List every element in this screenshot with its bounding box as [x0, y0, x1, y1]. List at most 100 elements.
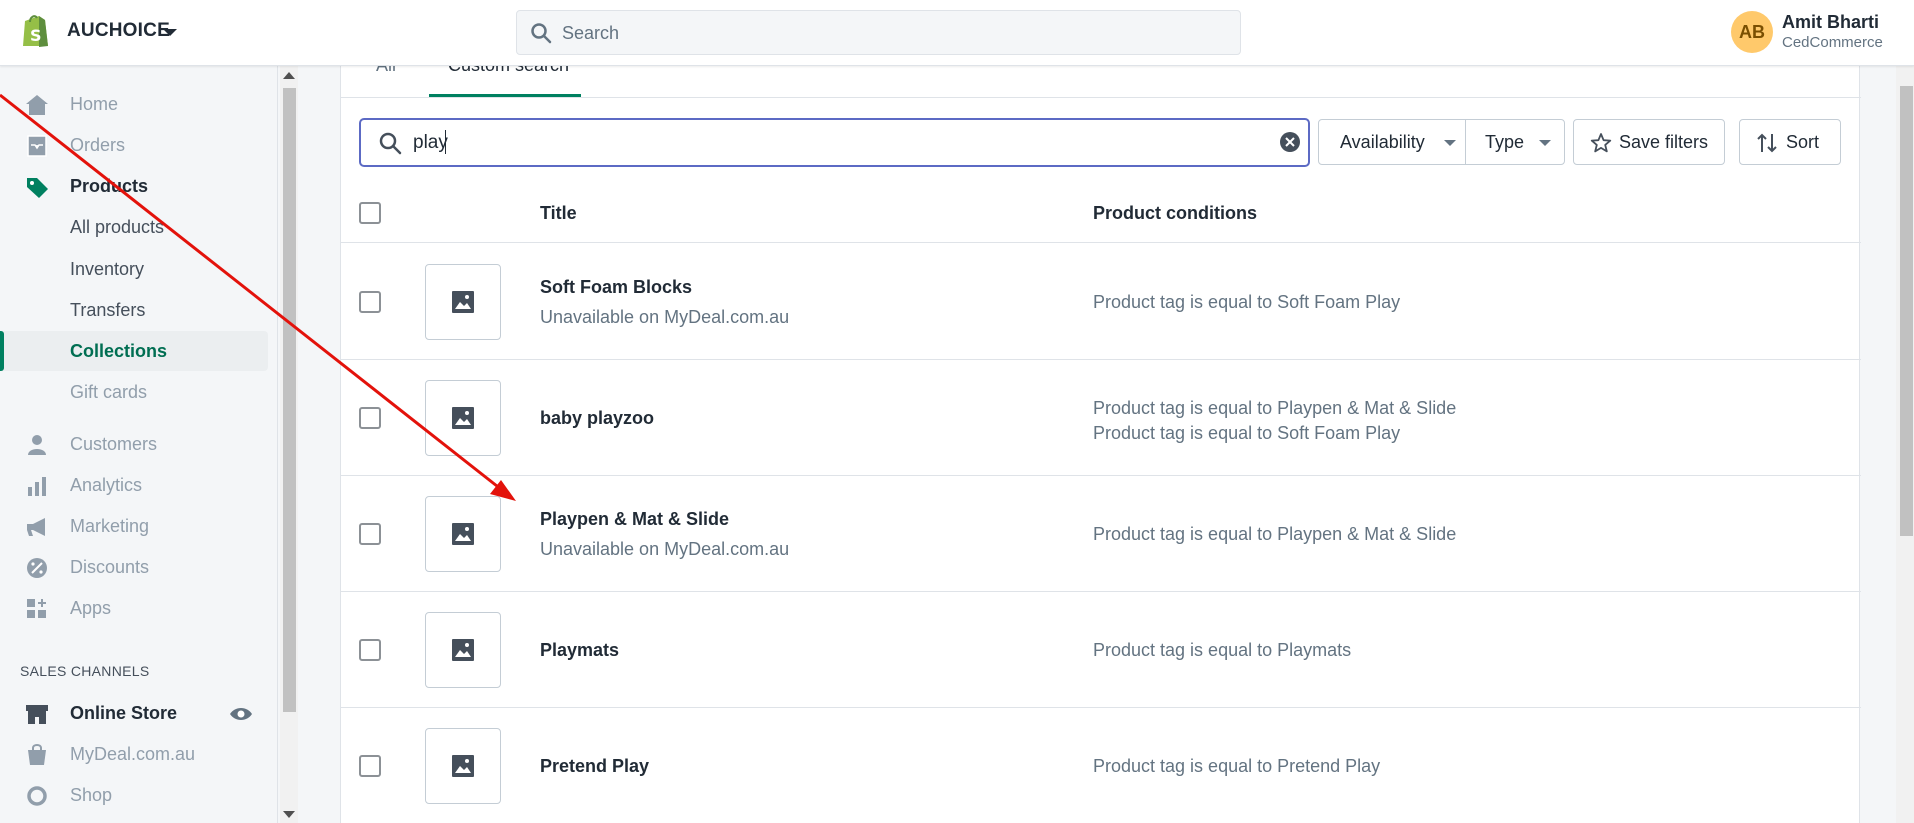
user-store: CedCommerce [1782, 34, 1883, 51]
sidebar-item-mydeal[interactable]: MyDeal.com.au [0, 734, 268, 774]
product-condition: Product tag is equal to Soft Foam Play [1093, 423, 1401, 443]
sidebar-item-label: Transfers [70, 300, 146, 320]
table-row[interactable]: Playmats Product tag is equal to Playmat… [341, 592, 1861, 708]
button-label: Availability [1340, 132, 1425, 152]
column-title[interactable]: Title [540, 203, 577, 224]
product-title[interactable]: Pretend Play [540, 756, 649, 777]
sidebar-item-orders[interactable]: Orders [0, 125, 268, 165]
product-thumbnail[interactable] [425, 264, 501, 340]
sidebar-item-label: Analytics [70, 475, 143, 495]
scroll-up-icon[interactable] [283, 72, 295, 79]
table-row[interactable]: Playpen & Mat & Slide Unavailable on MyD… [341, 476, 1861, 592]
sidebar-item-apps[interactable]: Apps [0, 588, 268, 628]
text-cursor [445, 130, 446, 154]
page-scrollbar-thumb[interactable] [1900, 86, 1913, 536]
image-placeholder-icon [452, 291, 474, 313]
caret-down-icon [1539, 140, 1551, 146]
product-availability: Unavailable on MyDeal.com.au [540, 539, 790, 559]
sidebar-item-gift-cards[interactable]: Gift cards [0, 372, 268, 412]
product-thumbnail[interactable] [425, 496, 501, 572]
sidebar-item-all-products[interactable]: All products [0, 207, 268, 247]
global-search-input[interactable]: Search [516, 10, 1241, 55]
table-row[interactable]: Pretend Play Product tag is equal to Pre… [341, 708, 1861, 823]
sidebar-item-online-store[interactable]: Online Store [0, 693, 268, 733]
sidebar-item-inventory[interactable]: Inventory [0, 249, 268, 289]
scroll-down-icon[interactable] [283, 811, 295, 818]
bag-icon [28, 744, 46, 765]
collection-products-card: All Custom search play Availability Type… [340, 50, 1861, 823]
customer-icon [28, 435, 46, 455]
filter-search-value: play [413, 132, 448, 153]
product-condition: Product tag is equal to Soft Foam Play [1093, 292, 1401, 312]
type-filter-button[interactable]: Type [1465, 119, 1565, 165]
product-condition: Product tag is equal to Playmats [1093, 640, 1352, 660]
avatar[interactable]: AB [1731, 11, 1773, 53]
product-title[interactable]: Playpen & Mat & Slide [540, 509, 729, 530]
sidebar-scrollbar-thumb[interactable] [283, 88, 296, 712]
save-filters-button[interactable]: Save filters [1573, 119, 1725, 165]
sidebar-item-discounts[interactable]: Discounts [0, 547, 268, 587]
product-availability: Unavailable on MyDeal.com.au [540, 307, 790, 327]
table-header: Title Product conditions [341, 186, 1861, 243]
product-condition: Product tag is equal to Playpen & Mat & … [1093, 398, 1457, 418]
orders-icon [27, 135, 47, 157]
sidebar-item-customers[interactable]: Customers [0, 424, 268, 464]
sidebar-item-products[interactable]: Products [0, 166, 268, 206]
sidebar-item-shop[interactable]: Shop [0, 775, 268, 815]
search-icon [379, 132, 402, 155]
product-thumbnail[interactable] [425, 380, 501, 456]
clear-icon[interactable] [1279, 131, 1301, 153]
row-checkbox[interactable] [359, 639, 381, 661]
availability-filter-button[interactable]: Availability [1318, 119, 1466, 165]
shopify-logo-icon[interactable]: S [19, 13, 51, 49]
button-label: Sort [1786, 132, 1820, 152]
sidebar-item-collections[interactable]: Collections [0, 331, 268, 371]
eye-icon[interactable] [229, 706, 253, 722]
sidebar-item-label: Collections [70, 341, 168, 361]
image-placeholder-icon [452, 755, 474, 777]
store-name[interactable]: AUCHOICE [67, 20, 170, 42]
sales-channels-heading: SALES CHANNELS [20, 663, 150, 679]
image-placeholder-icon [452, 523, 474, 545]
product-title[interactable]: baby playzoo [540, 408, 654, 429]
tag-icon [27, 178, 48, 198]
apps-icon [27, 599, 46, 618]
sidebar-item-label: Inventory [70, 259, 145, 279]
sidebar-item-label: Online Store [70, 703, 178, 723]
sidebar-item-transfers[interactable]: Transfers [0, 290, 268, 330]
sidebar-item-label: Apps [70, 598, 112, 618]
sidebar-item-label: Gift cards [70, 382, 148, 402]
filter-search-input[interactable]: play [359, 118, 1310, 167]
product-thumbnail[interactable] [425, 612, 501, 688]
caret-down-icon [1444, 140, 1456, 146]
megaphone-icon [27, 518, 45, 536]
sidebar-item-label: All products [70, 217, 165, 237]
row-checkbox[interactable] [359, 407, 381, 429]
shop-icon [27, 786, 47, 806]
row-checkbox[interactable] [359, 291, 381, 313]
row-checkbox[interactable] [359, 755, 381, 777]
product-title[interactable]: Playmats [540, 640, 619, 661]
sidebar-item-analytics[interactable]: Analytics [0, 465, 268, 505]
caret-down-icon[interactable] [163, 29, 177, 36]
sort-icon [1757, 133, 1777, 153]
store-icon [26, 705, 48, 724]
sort-button[interactable]: Sort [1739, 119, 1841, 165]
product-condition: Product tag is equal to Pretend Play [1093, 756, 1381, 776]
user-name[interactable]: Amit Bharti [1782, 12, 1879, 33]
search-placeholder: Search [562, 23, 620, 43]
sidebar-item-label: Home [70, 94, 119, 114]
top-bar: S AUCHOICE Search AB Amit Bharti CedComm… [0, 0, 1914, 66]
table-row[interactable]: Soft Foam Blocks Unavailable on MyDeal.c… [341, 244, 1861, 360]
select-all-checkbox[interactable] [359, 202, 381, 224]
sidebar-item-label: MyDeal.com.au [70, 744, 196, 764]
row-checkbox[interactable] [359, 523, 381, 545]
sidebar-item-label: Discounts [70, 557, 150, 577]
table-row[interactable]: baby playzoo Product tag is equal to Pla… [341, 360, 1861, 476]
sidebar-item-home[interactable]: Home [0, 84, 268, 124]
sidebar-item-marketing[interactable]: Marketing [0, 506, 268, 546]
image-placeholder-icon [452, 407, 474, 429]
product-thumbnail[interactable] [425, 728, 501, 804]
sidebar-item-label: Shop [70, 785, 113, 805]
product-title[interactable]: Soft Foam Blocks [540, 277, 692, 298]
